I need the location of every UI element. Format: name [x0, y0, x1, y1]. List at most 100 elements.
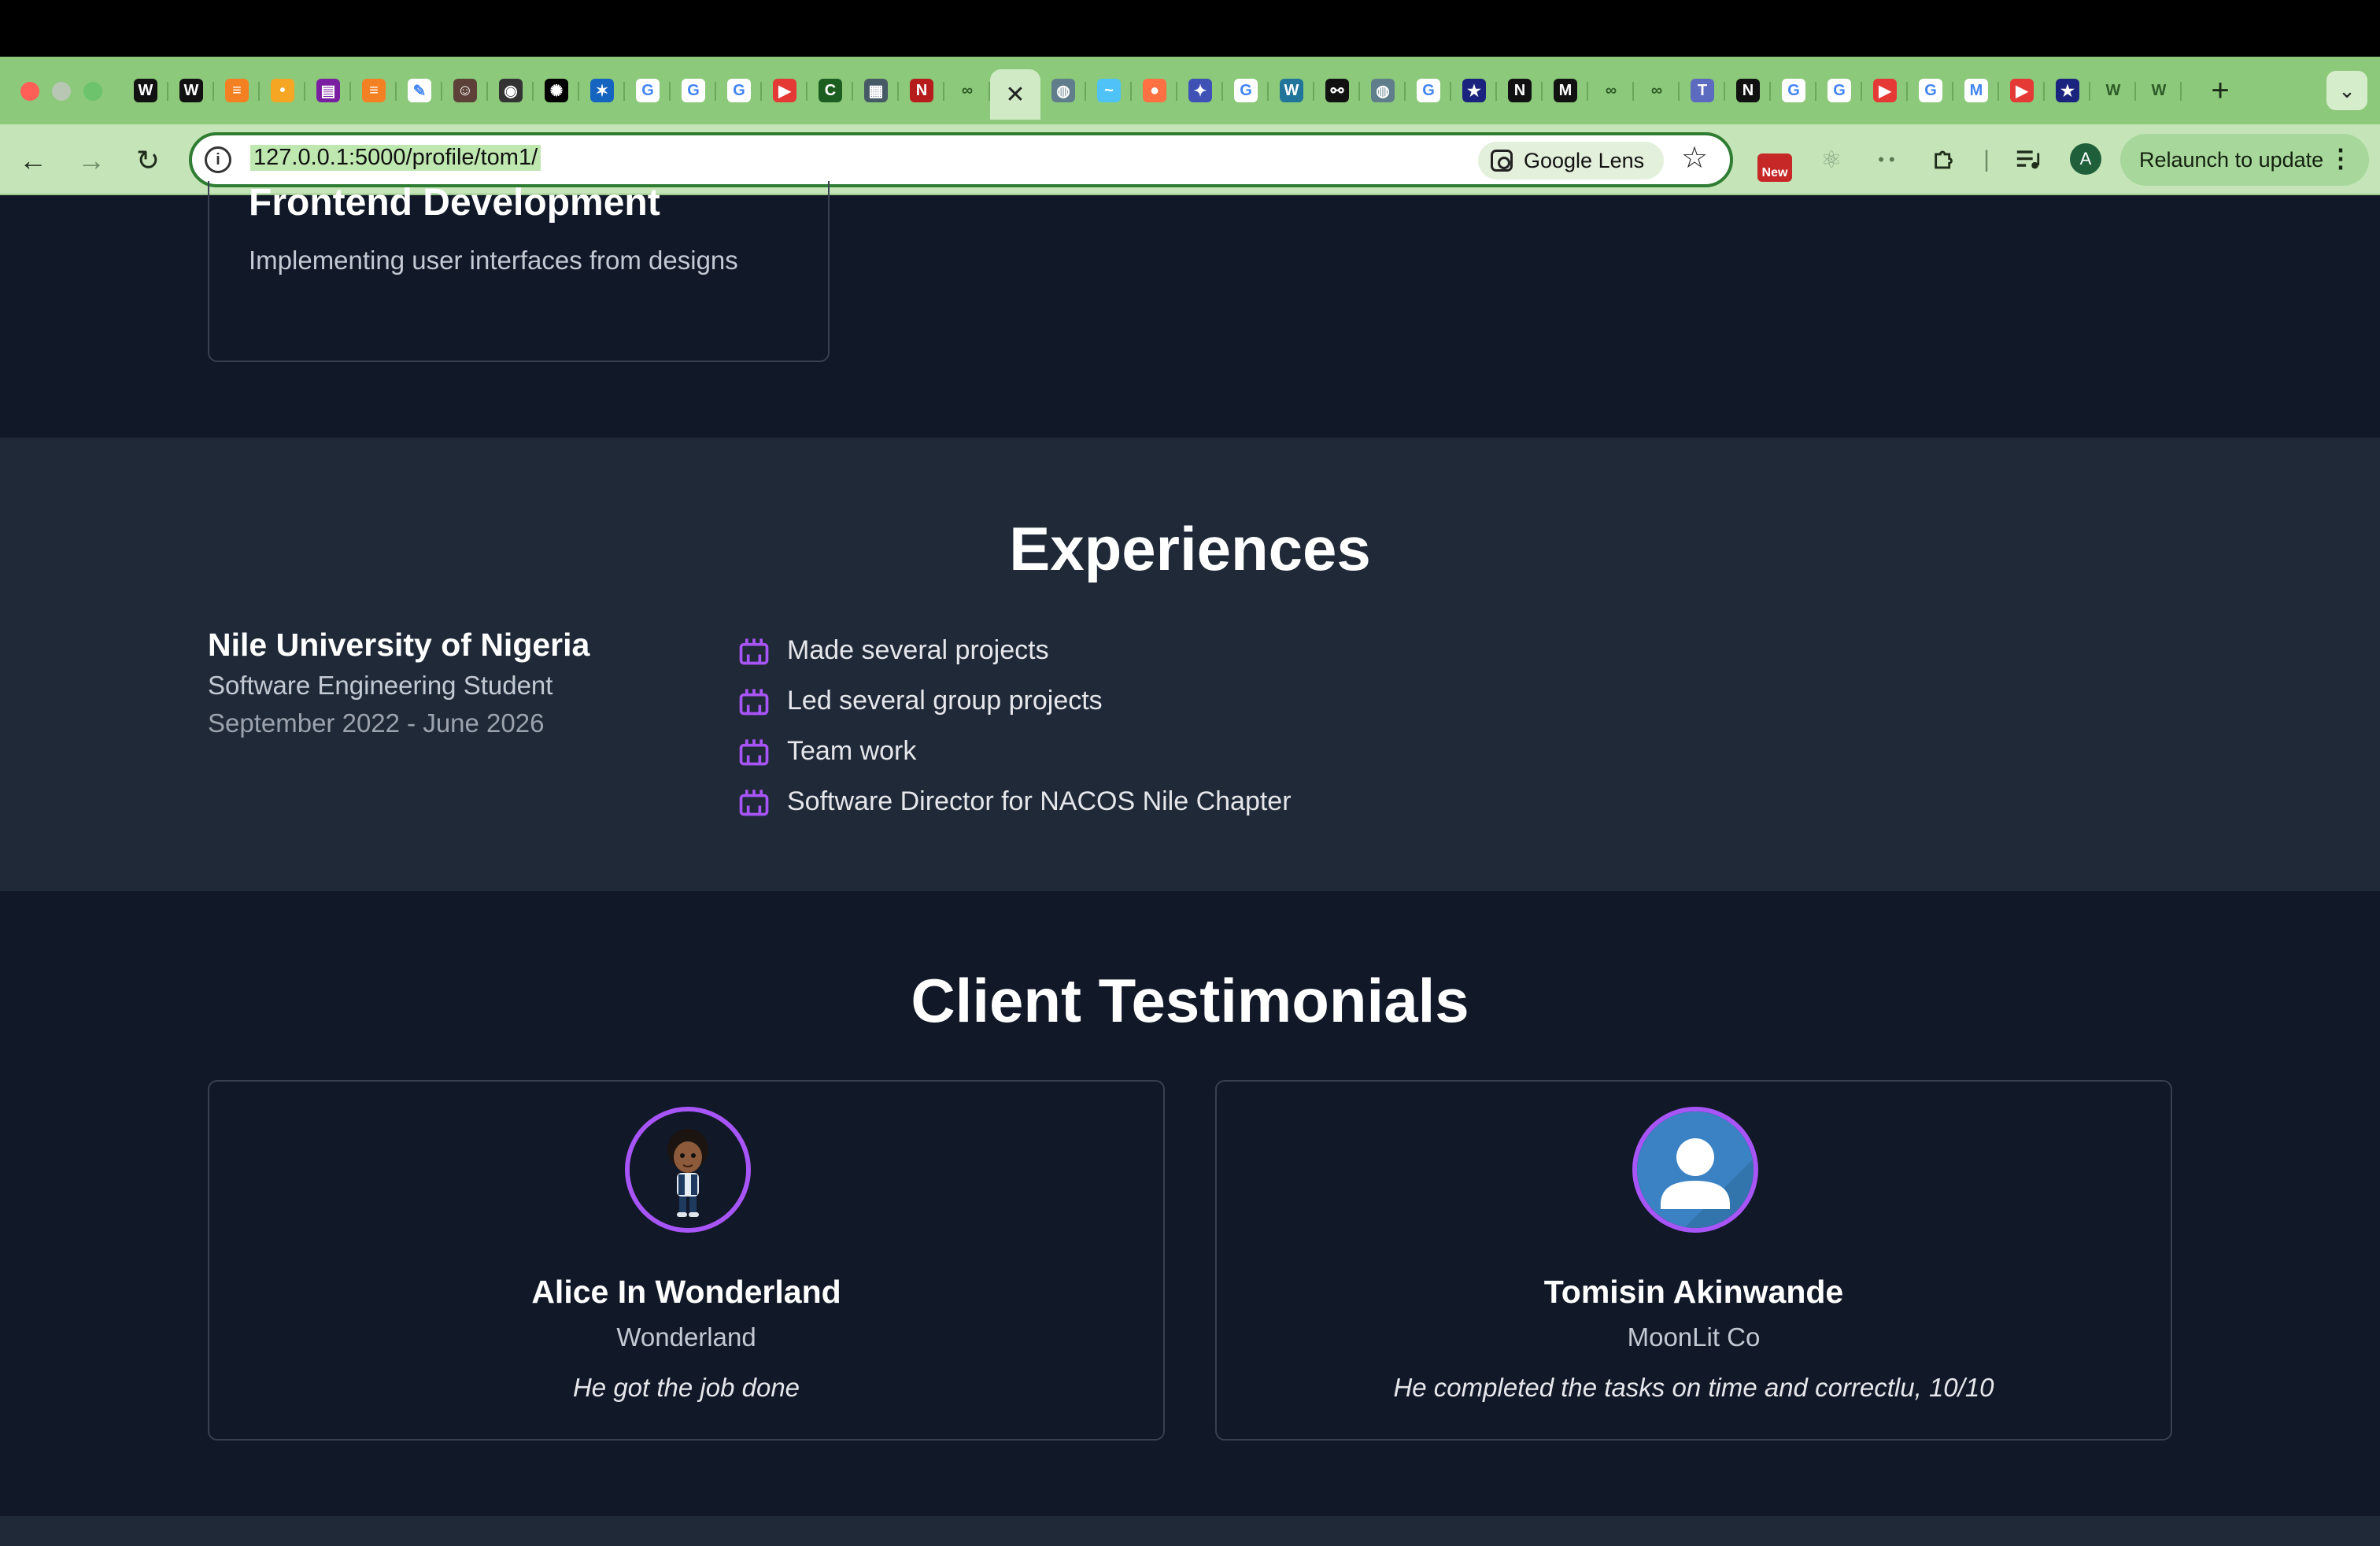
browser-tab[interactable]: W [2136, 69, 2182, 112]
browser-tab[interactable]: ▦ [853, 69, 899, 112]
browser-tab[interactable]: ≡ [351, 69, 397, 112]
active-tab[interactable]: ✕ [990, 69, 1040, 120]
google-icon: G [727, 79, 751, 102]
glasses-icon: ∞ [1599, 79, 1623, 102]
glasses-icon: ∞ [1645, 79, 1669, 102]
browser-tab[interactable]: ✶ [579, 69, 625, 112]
browser-tab[interactable]: ▶ [1862, 69, 1908, 112]
browser-tab[interactable]: • [260, 69, 305, 112]
browser-tab[interactable]: ◍ [1040, 69, 1086, 112]
browser-tab[interactable]: G [1908, 69, 1953, 112]
browser-tab[interactable]: ∞ [1588, 69, 1634, 112]
browser-tab[interactable]: W [1269, 69, 1314, 112]
browser-tab[interactable]: G [1771, 69, 1816, 112]
wordpress-icon: W [1280, 79, 1303, 102]
reload-button[interactable]: ↻ [126, 139, 170, 183]
google-icon: G [1919, 79, 1942, 102]
bookmark-star-icon[interactable]: ☆ [1681, 140, 1708, 176]
browser-tab[interactable]: G [625, 69, 671, 112]
browser-tab[interactable]: W [123, 69, 168, 112]
tab-search-button[interactable]: ⌄ [2326, 71, 2367, 110]
close-window-button[interactable] [20, 82, 39, 101]
w-site-icon: W [134, 79, 157, 102]
zoom-window-button[interactable] [83, 82, 102, 101]
browser-tab[interactable]: G [716, 69, 762, 112]
new-extension-button[interactable]: New [1755, 140, 1794, 182]
media-controls-icon[interactable] [2007, 140, 2049, 179]
browser-tab[interactable]: ◉ [488, 69, 534, 112]
forward-button[interactable]: → [69, 139, 113, 183]
browser-tab[interactable]: ∞ [944, 69, 990, 112]
browser-tab[interactable]: G [1223, 69, 1269, 112]
grid-icon: ▦ [864, 79, 888, 102]
close-tab-icon[interactable]: ✕ [1005, 81, 1025, 109]
browser-tab[interactable]: N [1497, 69, 1543, 112]
address-bar[interactable]: i 127.0.0.1:5000/profile/tom1/ Google Le… [189, 132, 1733, 187]
browser-tab[interactable]: ⚯ [1314, 69, 1360, 112]
browser-tab[interactable]: ★ [1451, 69, 1497, 112]
site-info-icon[interactable]: i [205, 146, 231, 173]
react-devtools-icon[interactable]: ⚛ [1812, 140, 1851, 179]
extensions-puzzle-icon[interactable] [1924, 140, 1966, 179]
gemini-icon: ✦ [1188, 79, 1212, 102]
browser-tab[interactable]: ▶ [1999, 69, 2045, 112]
tab-separator [989, 82, 990, 101]
browser-tab[interactable]: G [1406, 69, 1451, 112]
testimonial-card: Tomisin Akinwande MoonLit Co He complete… [1215, 1080, 2172, 1441]
browser-tab[interactable]: W [2090, 69, 2136, 112]
browser-tab[interactable]: ☺ [442, 69, 488, 112]
browser-tab[interactable]: G [671, 69, 716, 112]
google-icon: G [1234, 79, 1258, 102]
browser-tab[interactable]: ● [1132, 69, 1177, 112]
browser-tab[interactable]: ✦ [1177, 69, 1223, 112]
browser-tab[interactable]: N [1725, 69, 1771, 112]
browser-tab[interactable]: M [1543, 69, 1588, 112]
browser-tab[interactable]: ~ [1086, 69, 1132, 112]
browser-tab[interactable]: ≡ [214, 69, 260, 112]
page-viewport: Frontend Development Implementing user i… [0, 181, 2380, 1546]
browser-tab[interactable]: ▶ [762, 69, 808, 112]
url-text[interactable]: 127.0.0.1:5000/profile/tom1/ [250, 145, 541, 171]
testimonial-company: Wonderland [616, 1322, 756, 1352]
testimonial-avatar [1632, 1107, 1758, 1233]
browser-tab[interactable]: ◍ [1360, 69, 1406, 112]
browser-tab[interactable]: ∞ [1634, 69, 1680, 112]
relaunch-label: Relaunch to update [2139, 147, 2324, 172]
google-lens-button[interactable]: Google Lens [1478, 142, 1664, 179]
google-icon: G [1782, 79, 1805, 102]
browser-tab[interactable]: ★ [2045, 69, 2090, 112]
more-menu-icon[interactable]: ⋮ [2328, 143, 2353, 173]
chevron-down-icon: ⌄ [2338, 78, 2356, 102]
arrow-left-icon: ← [19, 144, 47, 176]
minimize-window-button[interactable] [52, 82, 71, 101]
google-icon: G [1417, 79, 1440, 102]
back-button[interactable]: ← [11, 139, 55, 183]
bulb-icon: • [271, 79, 294, 102]
browser-tab[interactable]: G [1816, 69, 1862, 112]
macos-menu-bar [0, 0, 2380, 57]
browser-tab[interactable]: N [899, 69, 944, 112]
browser-tab[interactable]: T [1680, 69, 1725, 112]
w-green-icon: W [2147, 79, 2171, 102]
openai-icon: ✺ [545, 79, 568, 102]
c-site-icon: C [819, 79, 842, 102]
w-green-icon: W [2101, 79, 2125, 102]
experience-role: Software Engineering Student [208, 671, 553, 700]
browser-tab[interactable]: ✺ [534, 69, 579, 112]
google-icon: G [636, 79, 660, 102]
briefcase-icon [739, 638, 769, 665]
browser-tab[interactable]: C [808, 69, 853, 112]
browser-tab[interactable]: ✎ [397, 69, 442, 112]
relaunch-to-update-button[interactable]: Relaunch to update ⋮ [2120, 134, 2369, 186]
globe-icon: ◍ [1371, 79, 1395, 102]
briefcase-icon [739, 790, 769, 816]
new-tab-button[interactable]: + [2202, 72, 2238, 109]
browser-tab[interactable]: M [1953, 69, 1999, 112]
experience-point: Software Director for NACOS Nile Chapter [737, 776, 1292, 827]
extension-dots-icon[interactable]: • • [1867, 140, 1906, 179]
browser-tab[interactable]: ▤ [305, 69, 351, 112]
netflix-icon: N [910, 79, 933, 102]
testimonial-name: Tomisin Akinwande [1543, 1274, 1844, 1310]
browser-tab[interactable]: W [168, 69, 214, 112]
profile-avatar-button[interactable]: A [2070, 143, 2101, 175]
